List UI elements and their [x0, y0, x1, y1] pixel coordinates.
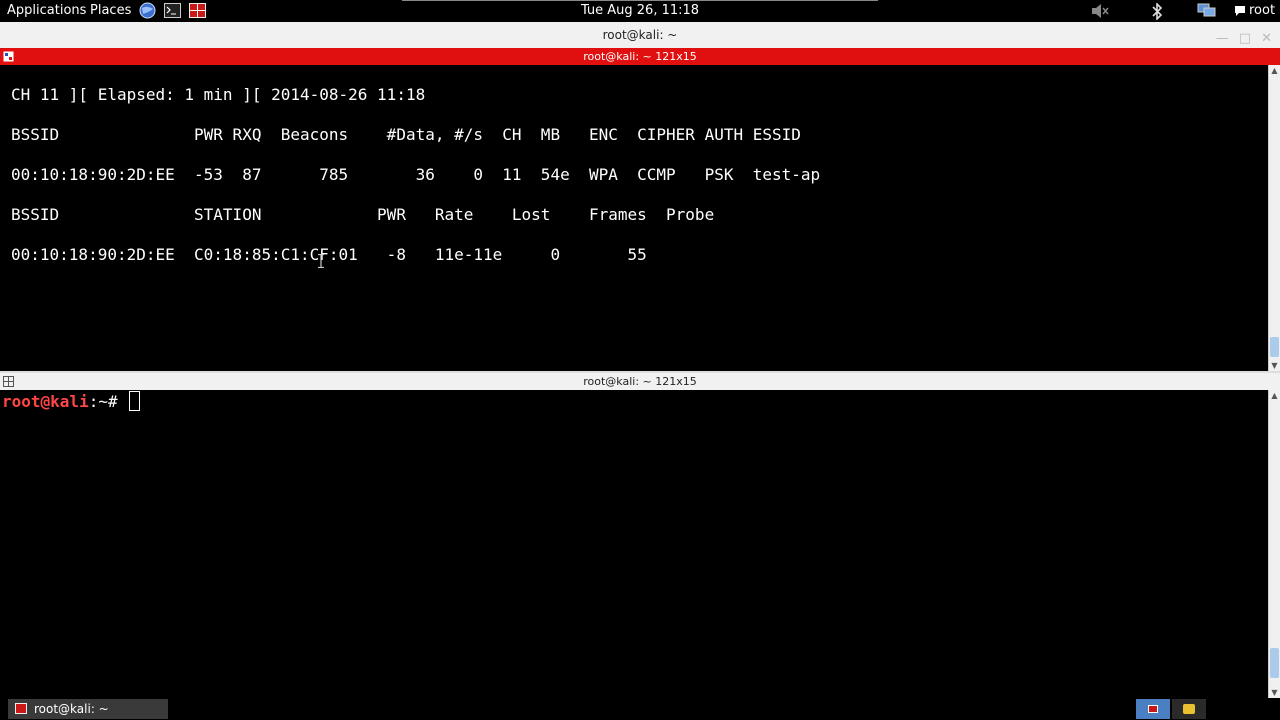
terminal-line: 00:10:18:90:2D:EE -53 87 785 36 0 11 54e… — [11, 165, 821, 184]
text-cursor — [129, 391, 141, 411]
scroll-down-icon[interactable]: ▼ — [1269, 361, 1280, 370]
workspace-1[interactable] — [1136, 699, 1170, 719]
chat-icon[interactable] — [1233, 2, 1247, 20]
taskbar-window-label: root@kali: ~ — [34, 702, 109, 716]
bluetooth-icon[interactable] — [1149, 2, 1165, 20]
terminal-icon[interactable] — [163, 2, 181, 19]
pane-group-icon[interactable] — [3, 51, 14, 62]
bottom-taskbar: root@kali: ~ — [0, 698, 1280, 720]
terminal-line: CH 11 ][ Elapsed: 1 min ][ 2014-08-26 11… — [11, 85, 426, 104]
clock-area[interactable]: Tue Aug 26, 11:18 — [402, 0, 878, 22]
taskbar-window-item[interactable]: root@kali: ~ — [8, 699, 168, 719]
scroll-up-icon[interactable]: ▲ — [1269, 66, 1280, 75]
prompt-user: root@kali — [2, 392, 89, 411]
terminator-icon[interactable] — [188, 2, 206, 19]
scroll-down-icon[interactable]: ▼ — [1269, 688, 1280, 697]
pane-title: root@kali: ~ 121x15 — [583, 50, 697, 63]
shell-prompt: root@kali:~# — [2, 391, 141, 412]
pane-group-icon[interactable] — [3, 376, 14, 387]
terminal-pane-header-active[interactable]: root@kali: ~ 121x15 — [0, 48, 1280, 65]
terminal-line: BSSID STATION PWR Rate Lost Frames Probe — [11, 205, 715, 224]
terminal-pane-airodump[interactable]: CH 11 ][ Elapsed: 1 min ][ 2014-08-26 11… — [0, 65, 1268, 371]
user-menu[interactable]: root — [1249, 3, 1275, 19]
pane-title: root@kali: ~ 121x15 — [583, 375, 697, 388]
folder-icon — [1183, 704, 1195, 714]
top-panel: Applications Places Tue Aug 26, 11:18 ro… — [0, 0, 1280, 22]
scroll-thumb[interactable] — [1270, 648, 1279, 678]
volume-muted-icon[interactable] — [1089, 2, 1111, 20]
applications-menu[interactable]: Applications — [7, 3, 86, 19]
workspace-2[interactable] — [1172, 699, 1206, 719]
terminal-line: BSSID PWR RXQ Beacons #Data, #/s CH MB E… — [11, 125, 801, 144]
terminator-icon — [15, 703, 27, 714]
prompt-path: :~# — [88, 392, 118, 411]
browser-icon[interactable] — [138, 2, 156, 19]
scrollbar-bottom-pane[interactable]: ▲ ▼ — [1268, 390, 1280, 698]
terminal-pane-shell[interactable]: root@kali:~# — [0, 390, 1268, 698]
terminal-line: 00:10:18:90:2D:EE C0:18:85:C1:CF:01 -8 1… — [11, 245, 647, 264]
terminal-pane-header[interactable]: root@kali: ~ 121x15 — [0, 373, 1280, 390]
window-titlebar[interactable]: root@kali: ~ — □ ✕ — [0, 22, 1280, 48]
clock[interactable]: Tue Aug 26, 11:18 — [581, 3, 699, 18]
scroll-up-icon[interactable]: ▲ — [1269, 391, 1280, 400]
scrollbar-top-pane[interactable]: ▲ ▼ — [1268, 65, 1280, 371]
scroll-thumb[interactable] — [1270, 337, 1279, 357]
network-icon[interactable] — [1197, 2, 1217, 20]
terminator-icon — [1148, 705, 1158, 713]
window-title: root@kali: ~ — [602, 28, 678, 42]
mouse-ibeam-icon — [318, 254, 324, 268]
places-menu[interactable]: Places — [90, 3, 131, 19]
